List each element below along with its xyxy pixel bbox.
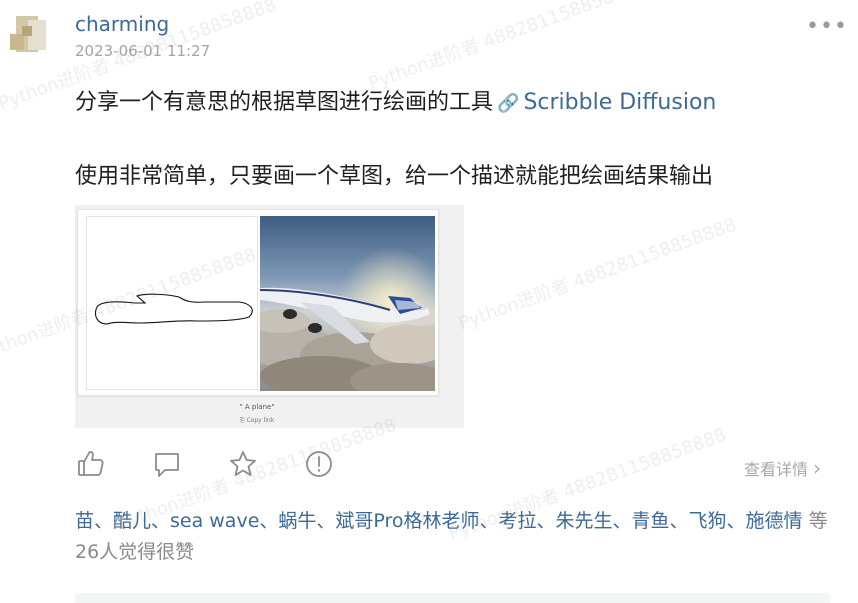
alert-icon[interactable] [303,448,337,482]
more-dots-icon[interactable]: ••• [806,14,848,39]
view-detail-label: 查看详情 [744,460,809,479]
liker-names[interactable]: 苗、酷儿、sea wave、蜗牛、斌哥Pro格林老师、考拉、朱先生、青鱼、飞狗、… [75,510,803,532]
image-card [77,209,439,396]
plane-sketch [94,293,253,325]
chevron-right-icon: › [813,456,822,480]
generated-plane-image [260,216,435,391]
comment-input-area[interactable] [75,593,830,603]
post-image[interactable]: " A plane" ⎘ Copy link [75,205,464,428]
avatar[interactable] [6,14,48,56]
thumbs-up-icon[interactable] [75,448,109,482]
image-caption: " A plane" [239,403,275,411]
post-text-line1: 分享一个有意思的根据草图进行绘画的工具 🔗 Scribble Diffusion [75,84,716,116]
author-name[interactable]: charming [75,12,169,36]
post-timestamp: 2023-06-01 11:27 [75,42,211,60]
sketch-panel [86,216,258,390]
copy-link[interactable]: ⎘ Copy link [75,417,439,425]
watermark: Python进阶者 488281158858888 [365,0,650,95]
post-text-prefix: 分享一个有意思的根据草图进行绘画的工具 [75,90,494,115]
star-icon[interactable] [227,448,261,482]
view-detail-link[interactable]: 查看详情 › [744,456,821,480]
comment-icon[interactable] [151,448,185,482]
link-icon: 🔗 [497,93,520,114]
scribble-diffusion-link[interactable]: Scribble Diffusion [523,90,716,115]
post-text-line2: 使用非常简单，只要画一个草图，给一个描述就能把绘画结果输出 [75,164,714,189]
likes-list: 苗、酷儿、sea wave、蜗牛、斌哥Pro格林老师、考拉、朱先生、青鱼、飞狗、… [75,506,830,568]
watermark: Python进阶者 488281158858888 [455,214,740,335]
